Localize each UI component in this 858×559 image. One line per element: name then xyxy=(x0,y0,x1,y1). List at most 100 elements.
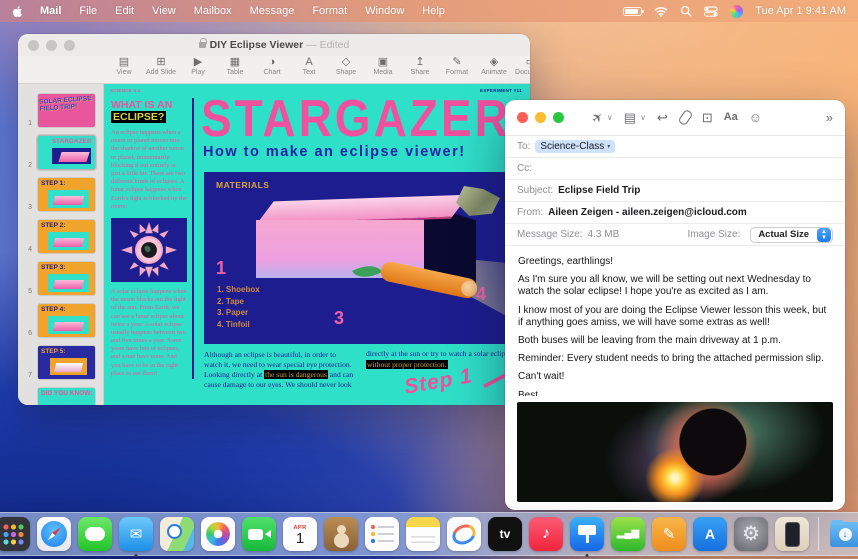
keynote-icon[interactable] xyxy=(570,517,604,551)
message-paragraph: Reminder: Every student needs to bring t… xyxy=(518,353,832,365)
send-icon[interactable]: ✈ xyxy=(592,111,603,124)
toolbar-shape-button[interactable]: ◇Shape xyxy=(334,56,358,76)
message-body[interactable]: Greetings, earthlings!As I'm sure you al… xyxy=(505,248,845,396)
subject-field[interactable]: Subject: Eclipse Field Trip xyxy=(505,180,845,202)
toolbar-label: Add Slide xyxy=(146,69,176,76)
materials-box[interactable]: MATERIALS 1. Shoebox2. Tape3. Paper4. Ti… xyxy=(204,172,516,344)
launchpad-icon[interactable] xyxy=(0,517,30,551)
tv-icon[interactable]: tv xyxy=(488,517,522,551)
undo-icon[interactable]: ↩ xyxy=(657,111,668,124)
app-menus: Mail File Edit View Mailbox Message Format Wind… xyxy=(40,5,445,17)
photos-icon[interactable] xyxy=(201,517,235,551)
toolbar-share-button[interactable]: ↥Share xyxy=(408,56,432,76)
numbers-icon[interactable]: ▂▄▆ xyxy=(611,517,645,551)
menu-window[interactable]: Window xyxy=(365,5,404,17)
send-menu-chevron-icon[interactable]: ∨ xyxy=(607,114,613,122)
slide-number: 1 xyxy=(20,120,32,129)
safari-icon[interactable] xyxy=(37,517,71,551)
format-icon[interactable]: Aa xyxy=(724,112,738,123)
wifi-icon[interactable] xyxy=(654,6,668,17)
battery-icon[interactable] xyxy=(623,7,642,16)
facetime-icon[interactable] xyxy=(242,517,276,551)
toolbar-table-button[interactable]: ▦Table xyxy=(223,56,247,76)
toolbar-text-button[interactable]: AText xyxy=(297,56,321,76)
header-fields-chevron-icon[interactable]: ∨ xyxy=(640,114,646,122)
toolbar-add-slide-button[interactable]: ⊞Add Slide xyxy=(149,56,173,76)
to-field[interactable]: To: Science-Class▾ xyxy=(505,136,845,158)
apple-menu-icon[interactable] xyxy=(12,5,24,18)
calendar-icon[interactable]: APR1 xyxy=(283,517,317,551)
close-button[interactable] xyxy=(517,112,528,123)
downloads-icon[interactable]: ↓ xyxy=(828,517,858,551)
messages-icon[interactable] xyxy=(78,517,112,551)
menu-help[interactable]: Help xyxy=(422,5,445,17)
slide-thumbnail-2[interactable]: STARGAZER xyxy=(36,134,97,171)
attach-icon[interactable] xyxy=(679,110,691,125)
slide-thumbnail-art: STARGAZER xyxy=(38,136,95,169)
slide-thumbnail-4[interactable]: STEP 2: xyxy=(36,218,97,255)
notes-icon[interactable] xyxy=(406,517,440,551)
slide-thumbnail-6[interactable]: STEP 4: xyxy=(36,302,97,339)
message-size-label: Message Size: xyxy=(517,229,583,240)
siri-icon[interactable] xyxy=(730,5,743,18)
header-fields-icon[interactable]: ▤ xyxy=(624,111,636,124)
slide-number: 4 xyxy=(20,246,32,255)
toolbar-format-button[interactable]: ✎Format xyxy=(445,56,469,76)
mail-icon[interactable]: ✉ xyxy=(119,517,153,551)
dock: ✉ APR1 tv♪ ▂▄▆✎A⚙ ↓ xyxy=(0,512,858,556)
more-icon[interactable]: » xyxy=(826,111,833,124)
emoji-icon[interactable]: ☺ xyxy=(749,111,762,124)
eclipse-photo-attachment[interactable] xyxy=(517,402,833,502)
toolbar-label: Table xyxy=(227,69,244,76)
keynote-title-bar[interactable]: DIY Eclipse Viewer — Edited xyxy=(18,34,530,56)
cc-label: Cc: xyxy=(517,163,532,174)
control-center-icon[interactable] xyxy=(704,6,718,17)
iphone-icon[interactable] xyxy=(775,517,809,551)
freeform-icon[interactable] xyxy=(447,517,481,551)
slide-subtitle[interactable]: How to make an eclipse viewer! xyxy=(203,144,466,160)
toolbar-view-button[interactable]: ▤View xyxy=(112,56,136,76)
toolbar-document-button[interactable]: ▭Document xyxy=(519,56,530,76)
slide-number: 2 xyxy=(20,162,32,171)
insert-photo-icon[interactable]: ⊡ xyxy=(702,111,713,124)
slide-thumbnail-art: STEP 5: xyxy=(38,346,95,379)
dock-item-launchpad xyxy=(0,517,30,551)
slide-thumbnail-8[interactable]: DID YOU KNOW: xyxy=(36,386,97,405)
slide-title[interactable]: STARGAZER xyxy=(201,88,530,148)
minimize-button[interactable] xyxy=(535,112,546,123)
menu-view[interactable]: View xyxy=(152,5,176,17)
search-icon[interactable] xyxy=(680,5,692,17)
settings-icon[interactable]: ⚙ xyxy=(734,517,768,551)
slide-thumbnail-7[interactable]: STEP 5: xyxy=(36,344,97,381)
menu-mail[interactable]: Mail xyxy=(40,5,61,17)
reminders-icon[interactable] xyxy=(365,517,399,551)
pages-icon[interactable]: ✎ xyxy=(652,517,686,551)
menu-message[interactable]: Message xyxy=(250,5,295,17)
slide-thumbnail-1[interactable]: SOLAR ECLIPSE FIELD TRIP! xyxy=(36,92,97,129)
toolbar-play-button[interactable]: ▶Play xyxy=(186,56,210,76)
slide-thumbnail-5[interactable]: STEP 3: xyxy=(36,260,97,297)
dock-item-appstore: A xyxy=(693,517,727,551)
slide-thumbnail-art: STEP 2: xyxy=(38,220,95,253)
contacts-icon[interactable] xyxy=(324,517,358,551)
recipient-token[interactable]: Science-Class▾ xyxy=(535,140,615,153)
menu-edit[interactable]: Edit xyxy=(115,5,134,17)
maps-icon[interactable] xyxy=(160,517,194,551)
cc-field[interactable]: Cc: xyxy=(505,158,845,180)
appstore-icon[interactable]: A xyxy=(693,517,727,551)
from-field[interactable]: From: Aileen Zeigen - aileen.zeigen@iclo… xyxy=(505,202,845,224)
music-icon[interactable]: ♪ xyxy=(529,517,563,551)
materials-list-item: 4. Tinfoil xyxy=(217,319,260,331)
image-size-select[interactable]: Actual Size▲▼ xyxy=(750,227,833,243)
menu-bar-clock[interactable]: Tue Apr 1 9:41 AM xyxy=(755,5,846,17)
menu-format[interactable]: Format xyxy=(312,5,347,17)
slide-thumbnail-3[interactable]: STEP 1: xyxy=(36,176,97,213)
toolbar-label: Share xyxy=(411,69,430,76)
menu-mailbox[interactable]: Mailbox xyxy=(194,5,232,17)
toolbar-media-button[interactable]: ▣Media xyxy=(371,56,395,76)
toolbar-animate-button[interactable]: ◈Animate xyxy=(482,56,506,76)
toolbar-chart-button[interactable]: ◑Chart xyxy=(260,56,284,76)
menu-file[interactable]: File xyxy=(79,5,97,17)
zoom-button[interactable] xyxy=(553,112,564,123)
slide-canvas[interactable]: SCIENCE 4.2 EXPERIMENT #11 WHAT IS AN EC… xyxy=(104,84,530,405)
